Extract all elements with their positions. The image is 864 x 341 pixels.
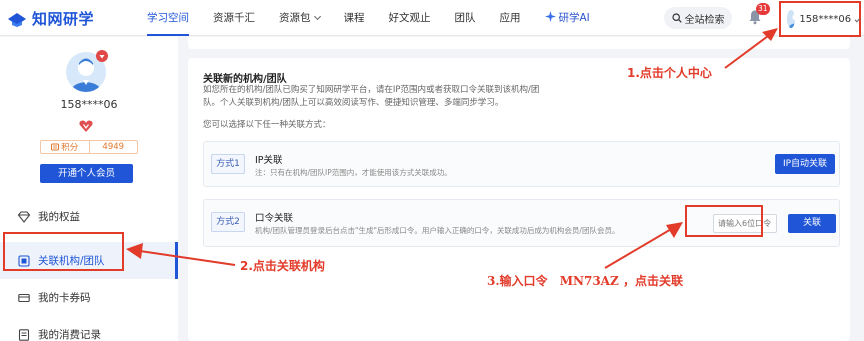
method-title: 口令关联 bbox=[255, 213, 294, 224]
site-search-button[interactable]: 全站检索 bbox=[664, 7, 732, 29]
link-button[interactable]: 关联 bbox=[788, 214, 836, 233]
method-ip-card: 方式1 IP关联 注：只有在机构/团队IP范围内，才能使用该方式关联成功。 IP… bbox=[203, 141, 840, 187]
highlight-box-code-input bbox=[685, 205, 763, 237]
nav-item-team[interactable]: 团队 bbox=[443, 0, 488, 36]
nav-item-articles[interactable]: 好文观止 bbox=[377, 0, 443, 36]
ticket-icon bbox=[18, 293, 30, 302]
annotation-step2: 2.点击关联机构 bbox=[240, 259, 325, 273]
method-tag: 方式2 bbox=[211, 212, 245, 232]
top-card bbox=[188, 37, 850, 49]
avatar bbox=[787, 10, 796, 28]
nav-item-courses[interactable]: 课程 bbox=[332, 0, 377, 36]
vip-heart-icon bbox=[96, 50, 108, 62]
user-center-button[interactable]: 158****06 bbox=[779, 1, 861, 37]
open-vip-button[interactable]: 开通个人会员 bbox=[40, 164, 133, 183]
sidebar: 158****06 积分 4949 开通个人会员 我的权益 关联机构/团队 我的… bbox=[0, 37, 178, 341]
page-description: 如您所在的机构/团队已购买了知网研学平台，请在IP范围内或者获取口令关联到该机构… bbox=[203, 85, 540, 108]
notification-badge: 31 bbox=[756, 3, 770, 15]
sidebar-menu: 我的权益 关联机构/团队 我的卡券码 我的消费记录 bbox=[0, 203, 178, 341]
nav-item-study-space[interactable]: 学习空间 bbox=[135, 0, 201, 36]
annotation-step1: 1.点击个人中心 bbox=[627, 66, 712, 80]
diamond-icon bbox=[18, 210, 30, 223]
nav-item-resource-pack[interactable]: 资源包 bbox=[267, 0, 332, 36]
search-icon bbox=[671, 13, 682, 23]
nav-item-research-ai[interactable]: 研学AI bbox=[533, 0, 602, 36]
top-navbar: 知网研学 学习空间 资源千汇 资源包 课程 好文观止 团队 应用 研学AI 全站… bbox=[0, 0, 864, 37]
chevron-down-icon bbox=[313, 12, 321, 21]
chevron-down-icon bbox=[854, 16, 861, 22]
choose-method-text: 您可以选择以下任一种关联方式： bbox=[203, 120, 331, 130]
annotation-step3: 3.输入口令 MN73AZ ，点击关联 bbox=[487, 274, 683, 288]
ai-sparkle-icon bbox=[544, 11, 556, 22]
ip-auto-link-button[interactable]: IP自动关联 bbox=[775, 154, 835, 174]
points-value: 4949 bbox=[102, 142, 125, 152]
points-icon bbox=[51, 143, 60, 151]
page-title: 关联新的机构/团队 bbox=[203, 74, 287, 85]
brand-logo[interactable]: 知网研学 bbox=[6, 8, 94, 29]
link-institution-panel: 关联新的机构/团队 如您所在的机构/团队已购买了知网研学平台，请在IP范围内或者… bbox=[188, 58, 850, 341]
logo-icon bbox=[8, 12, 26, 27]
method-tag: 方式1 bbox=[211, 154, 245, 174]
sidebar-item-purchase-history[interactable]: 我的消费记录 bbox=[0, 316, 178, 341]
profile-name: 158****06 bbox=[60, 98, 118, 111]
method-note: 注：只有在机构/团队IP范围内，才能使用该方式关联成功。 bbox=[255, 168, 452, 177]
method-title: IP关联 bbox=[255, 155, 283, 166]
points-display: 积分 4949 bbox=[40, 140, 138, 154]
vip-level-icon bbox=[79, 120, 93, 132]
main-nav: 学习空间 资源千汇 资源包 课程 好文观止 团队 应用 研学AI bbox=[135, 0, 602, 36]
highlight-box-sidebar bbox=[3, 232, 124, 271]
nav-item-apps[interactable]: 应用 bbox=[488, 0, 533, 36]
sidebar-item-benefits[interactable]: 我的权益 bbox=[0, 198, 178, 235]
sidebar-item-coupons[interactable]: 我的卡券码 bbox=[0, 279, 178, 316]
nav-item-resources[interactable]: 资源千汇 bbox=[201, 0, 267, 36]
receipt-icon bbox=[18, 328, 30, 341]
method-note: 机构/团队管理员登录后台点击"生成"后形成口令。用户输入正确的口令，关联成功后成… bbox=[255, 226, 620, 235]
user-avatar-icon bbox=[789, 13, 796, 28]
brand-name: 知网研学 bbox=[32, 10, 95, 28]
